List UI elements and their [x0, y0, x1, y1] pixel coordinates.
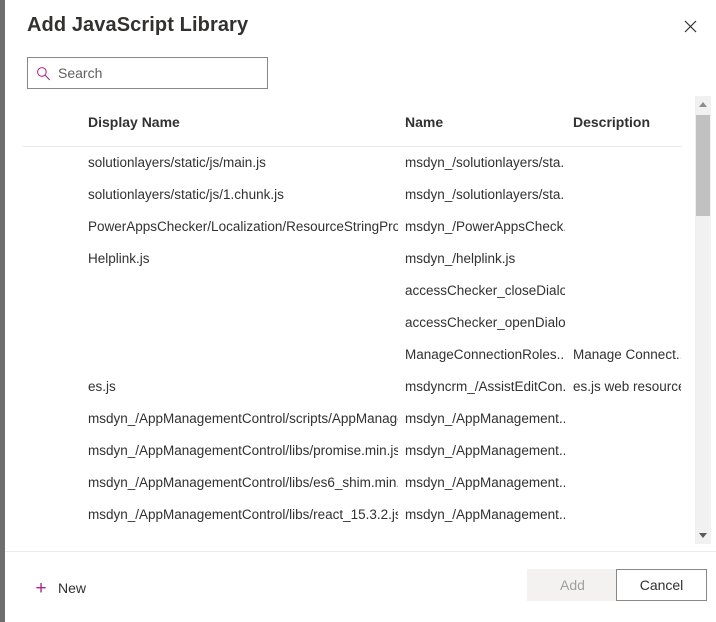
- table-row[interactable]: es.js msdyncrm_/AssistEditCon... es.js web…: [5, 371, 682, 403]
- cell-name: ManageConnectionRoles...: [405, 347, 565, 362]
- table-row[interactable]: Helplink.js msdyn_/helplink.js: [5, 243, 682, 275]
- table-row[interactable]: msdyn_/AppManagementControl/scripts/AppM…: [5, 403, 682, 435]
- cell-name: msdyncrm_/AssistEditCon...: [405, 379, 565, 394]
- cell-description: [573, 243, 681, 275]
- cell-description: [573, 275, 681, 307]
- dialog-title: Add JavaScript Library: [27, 14, 249, 36]
- cell-display-name: [88, 307, 398, 339]
- cell-description: es.js web resource.: [573, 379, 681, 394]
- cell-description: [573, 179, 681, 211]
- cell-name: msdyn_/AppManagement...: [405, 507, 565, 522]
- cancel-button[interactable]: Cancel: [616, 569, 707, 601]
- cell-display-name: msdyn_/AppManagementControl/libs/es6_shi…: [88, 475, 398, 490]
- table-row[interactable]: msdyn_/AppManagementControl/libs/promise…: [5, 435, 682, 467]
- column-header-display-name[interactable]: Display Name: [88, 114, 180, 130]
- cell-description: [573, 147, 681, 179]
- dialog-footer: + New Add Cancel: [5, 552, 716, 622]
- new-button[interactable]: + New: [33, 572, 86, 604]
- cell-description: [573, 211, 681, 243]
- scroll-up-arrow-icon[interactable]: [695, 96, 711, 113]
- search-box[interactable]: [27, 57, 268, 89]
- cell-description: Manage Connect...: [573, 347, 681, 362]
- cell-description: [573, 467, 681, 499]
- add-javascript-library-dialog: Add JavaScript Library Display Name Name…: [0, 0, 716, 622]
- table-row[interactable]: accessChecker_closeDialo...: [5, 275, 682, 307]
- table-row[interactable]: msdyn_/AppManagementControl/libs/es6_shi…: [5, 467, 682, 499]
- search-input[interactable]: [58, 58, 267, 88]
- cell-name: msdyn_/AppManagement...: [405, 443, 565, 458]
- cell-display-name: es.js: [88, 379, 116, 394]
- new-button-label: New: [58, 580, 87, 596]
- cell-display-name: msdyn_/AppManagementControl/scripts/AppM…: [88, 411, 398, 426]
- plus-icon: +: [35, 577, 47, 599]
- cell-display-name: Helplink.js: [88, 251, 150, 266]
- cell-name: msdyn_/helplink.js: [405, 251, 516, 266]
- table-row[interactable]: solutionlayers/static/js/main.js msdyn_/s…: [5, 147, 682, 179]
- close-icon: [684, 20, 697, 33]
- column-header-name[interactable]: Name: [405, 114, 443, 130]
- cell-display-name: msdyn_/AppManagementControl/libs/react_1…: [88, 507, 398, 522]
- cell-name: msdyn_/AppManagement...: [405, 475, 565, 490]
- cell-name: msdyn_/AppManagement...: [405, 411, 565, 426]
- table-row[interactable]: accessChecker_openDialo...: [5, 307, 682, 339]
- table-row[interactable]: msdyn_/AppManagementControl/libs/react_1…: [5, 499, 682, 531]
- cell-display-name: [88, 339, 398, 371]
- cell-display-name: solutionlayers/static/js/main.js: [88, 155, 266, 170]
- table-column-headers: Display Name Name Description: [5, 96, 682, 146]
- cell-display-name: [88, 275, 398, 307]
- add-button[interactable]: Add: [527, 569, 618, 601]
- cell-name: msdyn_/PowerAppsCheck...: [405, 219, 565, 234]
- cell-description: [573, 499, 681, 531]
- cell-name: msdyn_/solutionlayers/sta...: [405, 187, 565, 202]
- table-row[interactable]: solutionlayers/static/js/1.chunk.js msdyn…: [5, 179, 682, 211]
- table-body: solutionlayers/static/js/main.js msdyn_/s…: [5, 147, 682, 544]
- table-row[interactable]: ManageConnectionRoles... Manage Connect..…: [5, 339, 682, 371]
- close-button[interactable]: [670, 8, 710, 44]
- cell-name: msdyn_/solutionlayers/sta...: [405, 155, 565, 170]
- cell-name: accessChecker_openDialo...: [405, 315, 565, 330]
- cell-description: [573, 435, 681, 467]
- cell-display-name: PowerAppsChecker/Localization/ResourceSt…: [88, 219, 398, 234]
- cell-description: [573, 307, 681, 339]
- scrollbar-thumb[interactable]: [696, 115, 710, 216]
- scroll-down-arrow-icon[interactable]: [695, 527, 711, 544]
- cell-name: accessChecker_closeDialo...: [405, 283, 565, 298]
- cell-display-name: solutionlayers/static/js/1.chunk.js: [88, 187, 284, 202]
- library-list-region: Display Name Name Description solutionla…: [5, 96, 716, 544]
- cell-description: [573, 403, 681, 435]
- table-row[interactable]: PowerAppsChecker/Localization/ResourceSt…: [5, 211, 682, 243]
- cell-display-name: msdyn_/AppManagementControl/libs/promise…: [88, 443, 398, 458]
- column-header-description[interactable]: Description: [573, 114, 650, 130]
- list-scrollbar[interactable]: [695, 96, 711, 544]
- dialog-header: Add JavaScript Library: [5, 0, 716, 48]
- search-icon: [28, 66, 58, 81]
